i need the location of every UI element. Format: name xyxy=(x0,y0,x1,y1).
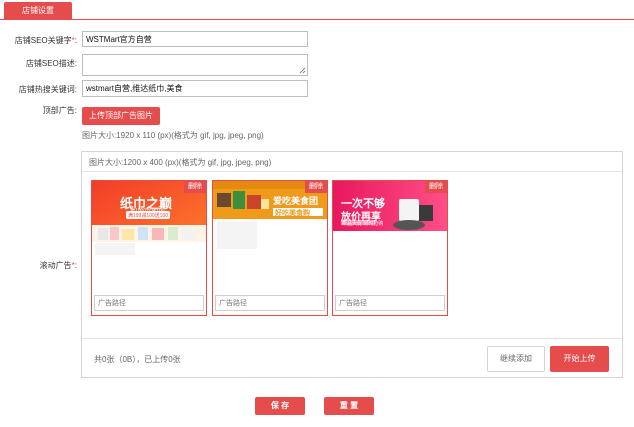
ad-path-input-2[interactable] xyxy=(215,295,325,311)
start-upload-button[interactable]: 开始上传 xyxy=(550,346,609,372)
top-ad-size-hint: 图片大小:1920 x 110 (px)(格式为 gif, jpg, jpeg,… xyxy=(82,131,264,140)
hot-search-input[interactable] xyxy=(82,80,308,97)
seo-keywords-input[interactable] xyxy=(82,31,308,47)
delete-ad-1-button[interactable]: 删除 xyxy=(184,181,206,193)
reset-button[interactable]: 重 置 xyxy=(324,397,374,415)
ad-card-3: 一次不够 放价再享 新品大促 限时抢购 删除 xyxy=(332,180,448,316)
save-button[interactable]: 保 存 xyxy=(255,397,305,415)
scroll-ad-size-hint: 图片大小:1200 x 400 (px)(格式为 gif, jpg, jpeg,… xyxy=(89,158,272,167)
tab-shop-settings[interactable]: 店铺设置 xyxy=(4,2,72,20)
ad-path-input-3[interactable] xyxy=(335,295,445,311)
upload-status: 共0张（0B），已上传0张 xyxy=(94,355,181,364)
delete-ad-2-button[interactable]: 删除 xyxy=(305,181,327,193)
uploader-header: 图片大小:1200 x 400 (px)(格式为 gif, jpg, jpeg,… xyxy=(82,152,622,172)
ad-card-1: 纸巾之巅 满1000元减100 满199减100送100 删除 xyxy=(91,180,207,316)
ad-path-input-1[interactable] xyxy=(94,295,204,311)
ad-card-2: 爱吃美食团 好吃美食购 删除 xyxy=(212,180,328,316)
scroll-ad-label: 滚动广告*: xyxy=(39,261,77,270)
hot-search-label: 店铺热搜关键词: xyxy=(18,85,77,94)
seo-description-label: 店铺SEO描述: xyxy=(25,59,77,68)
tab-bar: 店铺设置 xyxy=(0,0,634,20)
upload-top-ad-button[interactable]: 上传顶部广告图片 xyxy=(82,107,160,125)
continue-add-button[interactable]: 继续添加 xyxy=(487,346,545,372)
seo-keywords-label: 店铺SEO关键字*: xyxy=(14,36,77,45)
resize-grip-icon[interactable] xyxy=(298,66,306,74)
scroll-ad-uploader: 图片大小:1200 x 400 (px)(格式为 gif, jpg, jpeg,… xyxy=(81,151,623,378)
top-ad-label: 顶部广告: xyxy=(42,106,77,115)
delete-ad-3-button[interactable]: 删除 xyxy=(425,181,447,193)
uploader-footer: 共0张（0B），已上传0张 继续添加 开始上传 xyxy=(82,338,622,378)
seo-description-textarea[interactable] xyxy=(82,54,308,76)
